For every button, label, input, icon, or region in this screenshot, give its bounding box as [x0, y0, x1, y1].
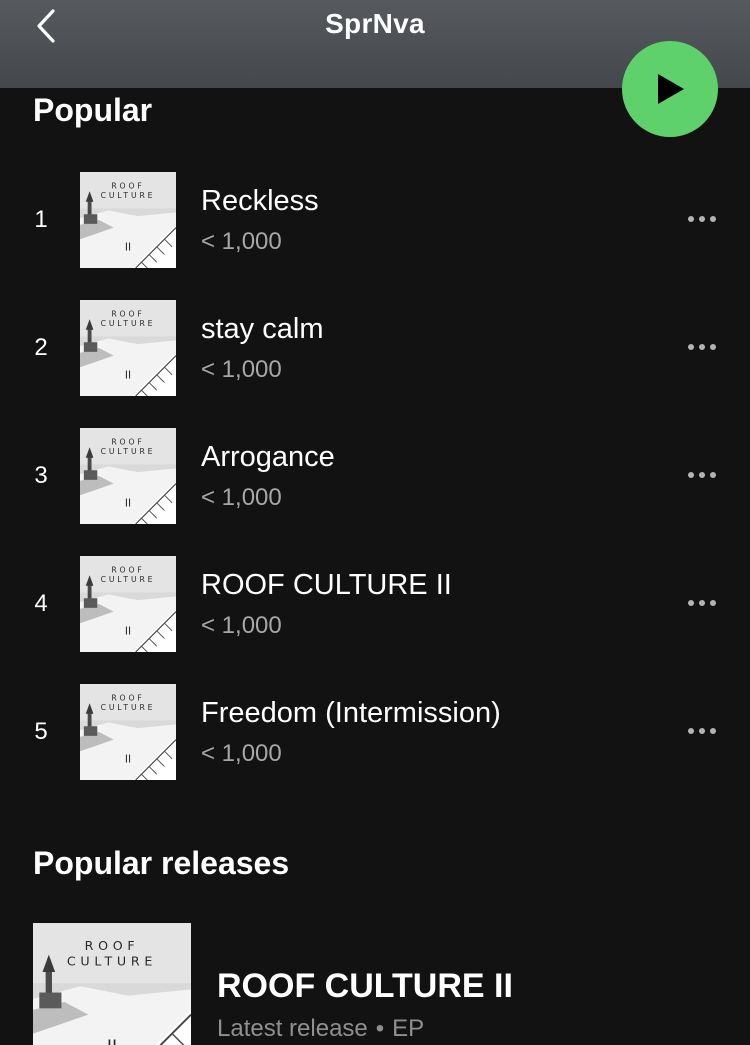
track-title: stay calm: [201, 313, 324, 345]
cover-text: II: [125, 626, 131, 638]
release-label: Latest release: [217, 1015, 368, 1042]
dot: [688, 216, 694, 222]
dot: [710, 472, 716, 478]
dot: [710, 216, 716, 222]
track-more-options-button[interactable]: [680, 716, 724, 746]
track-title: Reckless: [201, 185, 319, 217]
roof-culture-cover-icon: ROOFCULTURE II: [80, 172, 177, 269]
more-dots-icon: [688, 728, 716, 734]
dot: [688, 472, 694, 478]
roof-culture-cover-icon: ROOFCULTURE II: [80, 300, 177, 397]
popular-section-title: Popular: [33, 92, 153, 128]
cover-text: II: [107, 1038, 117, 1045]
dot: [688, 344, 694, 350]
track-play-count: < 1,000: [201, 484, 282, 511]
track-more-options-button[interactable]: [680, 204, 724, 234]
track-row[interactable]: 2 ROOF CULTURE II stay calm < 1,000: [0, 298, 750, 426]
track-row[interactable]: 4 ROOF CULTURE II ROOF CULTURE II < 1,000: [0, 554, 750, 682]
track-number: 1: [34, 206, 48, 233]
track-play-count: < 1,000: [201, 356, 282, 383]
release-cover-art: ROOFCULTURE II: [33, 923, 192, 1045]
cover-text: CULTURE: [101, 447, 156, 456]
track-title: ROOF CULTURE II: [201, 569, 452, 601]
track-number: 3: [34, 462, 48, 489]
cover-text: II: [125, 754, 131, 766]
track-title: Freedom (Intermission): [201, 697, 501, 729]
dot: [688, 600, 694, 606]
roof-culture-cover-icon: ROOFCULTURE II: [80, 428, 177, 525]
track-play-count: < 1,000: [201, 740, 282, 767]
release-type: EP: [392, 1015, 425, 1042]
track-number: 4: [34, 590, 48, 617]
roof-culture-cover-icon: ROOFCULTURE II: [80, 684, 177, 781]
cover-text: CULTURE: [101, 703, 156, 712]
play-icon: [658, 74, 684, 104]
release-title: ROOF CULTURE II: [217, 967, 513, 1005]
play-button[interactable]: [622, 41, 718, 137]
release-separator: •: [375, 1015, 385, 1042]
popular-releases-section-title: Popular releases: [33, 845, 290, 881]
cover-text: ROOF: [111, 181, 144, 190]
cover-text: ROOF: [111, 437, 144, 446]
track-cover-art: ROOF CULTURE II: [80, 172, 177, 269]
track-row[interactable]: 3 ROOF CULTURE II Arrogance < 1,000: [0, 426, 750, 554]
release-item[interactable]: ROOFCULTURE II ROOF CULTURE II Latest rel…: [33, 923, 733, 1045]
cover-text: ROOF: [111, 565, 144, 574]
track-number: 2: [34, 334, 48, 361]
more-dots-icon: [688, 472, 716, 478]
more-dots-icon: [688, 600, 716, 606]
cover-text: II: [125, 498, 131, 510]
cover-text: ROOF: [111, 309, 144, 318]
cover-text: CULTURE: [67, 954, 157, 969]
track-row[interactable]: 5 ROOF CULTURE II Freedom (Intermission) < 1,…: [0, 682, 750, 810]
roof-culture-cover-icon: ROOFCULTURE II: [80, 556, 177, 653]
cover-text: II: [125, 242, 131, 254]
track-more-options-button[interactable]: [680, 332, 724, 362]
dot: [699, 728, 705, 734]
dot: [710, 728, 716, 734]
page-title: SprNva: [325, 8, 425, 39]
track-cover-art: ROOF CULTURE II: [80, 684, 177, 781]
track-more-options-button[interactable]: [680, 588, 724, 618]
track-title: Arrogance: [201, 441, 335, 473]
release-meta: Latest release • EP: [217, 1015, 424, 1043]
cover-text: ROOF: [111, 693, 144, 702]
dot: [699, 344, 705, 350]
track-cover-art: ROOF CULTURE II: [80, 300, 177, 397]
track-row[interactable]: 1 ROOF CULTURE II Reckless < 1,000: [0, 170, 750, 298]
track-cover-art: ROOF CULTURE II: [80, 556, 177, 653]
cover-text: CULTURE: [101, 319, 156, 328]
track-cover-art: ROOF CULTURE II: [80, 428, 177, 525]
dot: [688, 728, 694, 734]
track-number: 5: [34, 718, 48, 745]
track-play-count: < 1,000: [201, 612, 282, 639]
dot: [699, 472, 705, 478]
dot: [699, 216, 705, 222]
track-play-count: < 1,000: [201, 228, 282, 255]
cover-text: CULTURE: [101, 191, 156, 200]
roof-culture-cover-icon: ROOFCULTURE II: [33, 923, 192, 1045]
track-more-options-button[interactable]: [680, 460, 724, 490]
cover-text: ROOF: [85, 938, 140, 953]
dot: [699, 600, 705, 606]
dot: [710, 600, 716, 606]
artist-page: SprNva Popular 1 ROOF CULTURE II Reckless < 1…: [0, 0, 750, 1045]
more-dots-icon: [688, 216, 716, 222]
cover-text: CULTURE: [101, 575, 156, 584]
more-dots-icon: [688, 344, 716, 350]
cover-text: II: [125, 370, 131, 382]
popular-track-list: 1 ROOF CULTURE II Reckless < 1,000 2 ROOF CULTUR…: [0, 170, 750, 810]
dot: [710, 344, 716, 350]
